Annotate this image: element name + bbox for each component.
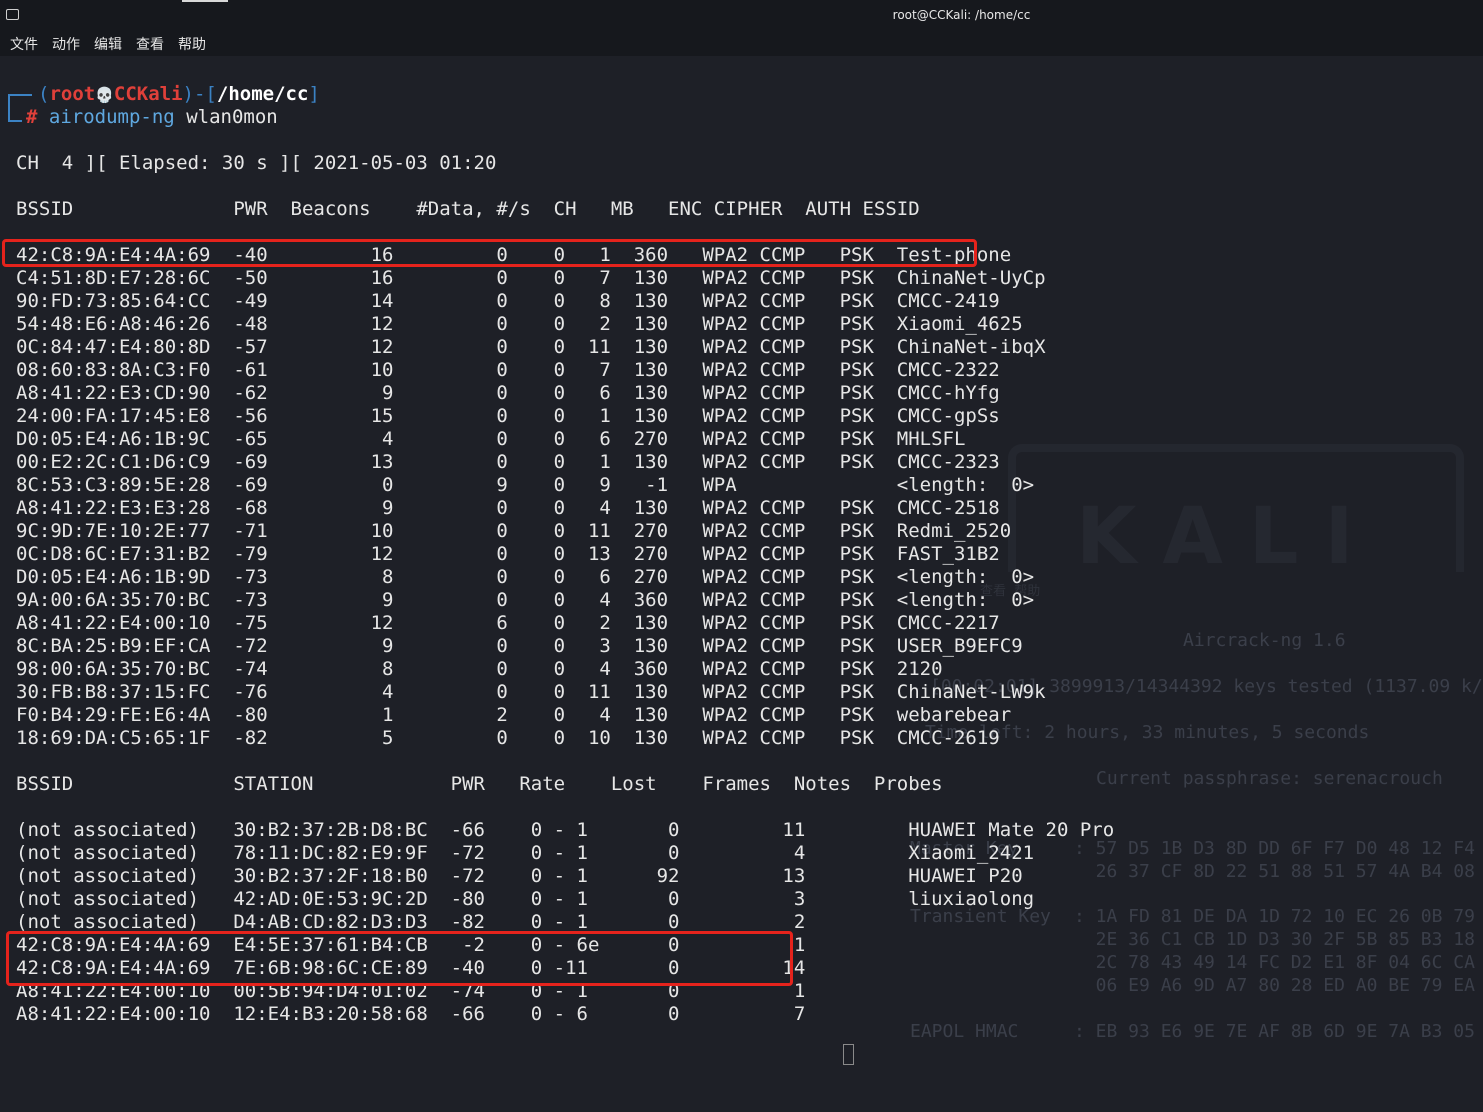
text-cursor bbox=[843, 1044, 854, 1065]
prompt-close: ] bbox=[308, 83, 320, 105]
command-line: # airodump-ng wlan0mon bbox=[26, 106, 278, 129]
ap-row: 9A:00:6A:35:70:BC -73 9 0 0 4 360 WPA2 C… bbox=[16, 589, 1035, 611]
station-row: (not associated) 78:11:DC:82:E9:9F -72 0… bbox=[16, 842, 1035, 864]
prompt-user: root bbox=[49, 83, 96, 105]
prompt-hash: # bbox=[26, 106, 38, 128]
ap-row: D0:05:E4:A6:1B:9D -73 8 0 0 6 270 WPA2 C… bbox=[16, 566, 1035, 588]
prompt-line: (root💀CCKali)-[/home/cc] bbox=[38, 83, 320, 106]
ap-table-header: BSSID PWR Beacons #Data, #/s CH MB ENC C… bbox=[16, 198, 920, 220]
station-row: (not associated) 42:AD:0E:53:9C:2D -80 0… bbox=[16, 888, 1035, 910]
ap-row: 90:FD:73:85:64:CC -49 14 0 0 8 130 WPA2 … bbox=[16, 290, 1000, 312]
ap-row: 0C:84:47:E4:80:8D -57 12 0 0 11 130 WPA2… bbox=[16, 336, 1046, 358]
prompt-frame-bottom bbox=[8, 112, 22, 122]
ap-row: A8:41:22:E4:00:10 -75 12 6 0 2 130 WPA2 … bbox=[16, 612, 1000, 634]
prompt-host: CCKali bbox=[113, 83, 183, 105]
skull-icon: 💀 bbox=[95, 86, 114, 104]
ap-row: 24:00:FA:17:45:E8 -56 15 0 0 1 130 WPA2 … bbox=[16, 405, 1000, 427]
ap-row: 8C:53:C3:89:5E:28 -69 0 9 0 9 -1 WPA <le… bbox=[16, 474, 1035, 496]
ap-row: 30:FB:B8:37:15:FC -76 4 0 0 11 130 WPA2 … bbox=[16, 681, 1046, 703]
prompt-open: ( bbox=[38, 83, 50, 105]
station-table-header: BSSID STATION PWR Rate Lost Frames Notes… bbox=[16, 773, 943, 795]
ap-row: 0C:D8:6C:E7:31:B2 -79 12 0 0 13 270 WPA2… bbox=[16, 543, 1000, 565]
highlight-box-target-stations bbox=[6, 931, 793, 986]
status-line: CH 4 ][ Elapsed: 30 s ][ 2021-05-03 01:2… bbox=[16, 152, 497, 174]
station-row: (not associated) 30:B2:37:2B:D8:BC -66 0… bbox=[16, 819, 1115, 841]
ap-row: 8C:BA:25:B9:EF:CA -72 9 0 0 3 130 WPA2 C… bbox=[16, 635, 1023, 657]
ap-row: 98:00:6A:35:70:BC -74 8 0 0 4 360 WPA2 C… bbox=[16, 658, 943, 680]
command-argument: wlan0mon bbox=[174, 106, 278, 128]
ap-row: C4:51:8D:E7:28:6C -50 16 0 0 7 130 WPA2 … bbox=[16, 267, 1046, 289]
ap-row: 08:60:83:8A:C3:F0 -61 10 0 0 7 130 WPA2 … bbox=[16, 359, 1000, 381]
terminal-output[interactable]: (root💀CCKali)-[/home/cc] # airodump-ng w… bbox=[0, 0, 1483, 1112]
ap-row: A8:41:22:E3:E3:28 -68 9 0 0 4 130 WPA2 C… bbox=[16, 497, 1000, 519]
station-row: A8:41:22:E4:00:10 12:E4:B3:20:58:68 -66 … bbox=[16, 1003, 909, 1025]
highlight-box-target-ap bbox=[2, 239, 977, 267]
ap-row: 00:E2:2C:C1:D6:C9 -69 13 0 0 1 130 WPA2 … bbox=[16, 451, 1000, 473]
prompt-path: /home/cc bbox=[216, 83, 309, 105]
command-name: airodump-ng bbox=[48, 106, 175, 128]
ap-row: 54:48:E6:A8:46:26 -48 12 0 0 2 130 WPA2 … bbox=[16, 313, 1023, 335]
prompt-mid: )-[ bbox=[182, 83, 217, 105]
ap-row: A8:41:22:E3:CD:90 -62 9 0 0 6 130 WPA2 C… bbox=[16, 382, 1000, 404]
ap-row: 18:69:DA:C5:65:1F -82 5 0 0 10 130 WPA2 … bbox=[16, 727, 1000, 749]
station-row: (not associated) 30:B2:37:2F:18:B0 -72 0… bbox=[16, 865, 1023, 887]
ap-row: 9C:9D:7E:10:2E:77 -71 10 0 0 11 270 WPA2… bbox=[16, 520, 1012, 542]
ap-row: D0:05:E4:A6:1B:9C -65 4 0 0 6 270 WPA2 C… bbox=[16, 428, 966, 450]
ap-row: F0:B4:29:FE:E6:4A -80 1 2 0 4 130 WPA2 C… bbox=[16, 704, 1012, 726]
